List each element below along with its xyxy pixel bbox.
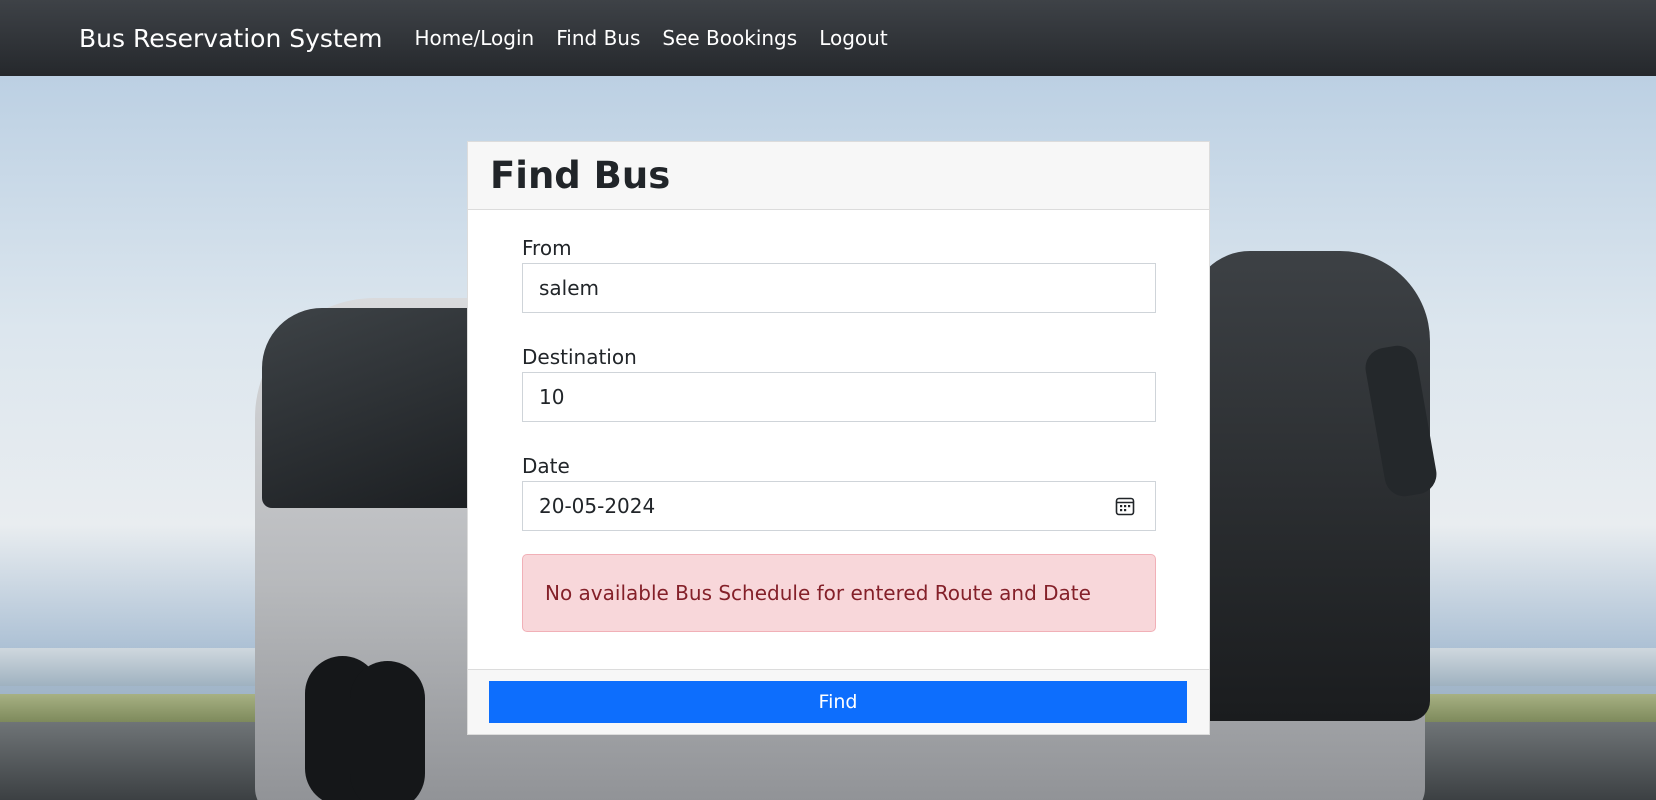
navbar-brand[interactable]: Bus Reservation System [79,24,382,53]
nav-link-find-bus[interactable]: Find Bus [556,26,640,50]
alert-message: No available Bus Schedule for entered Ro… [545,581,1091,605]
destination-input-value: 10 [539,385,565,409]
no-schedule-alert: No available Bus Schedule for entered Ro… [522,554,1156,632]
find-bus-card: Find Bus From salem Destination 10 Date … [467,141,1210,735]
card-footer: Find [468,669,1209,734]
date-label: Date [522,454,570,478]
nav-link-home-login[interactable]: Home/Login [414,26,534,50]
from-label: From [522,236,572,260]
page-title: Find Bus [490,154,671,197]
from-input-value: salem [539,276,600,300]
nav-link-see-bookings[interactable]: See Bookings [662,26,797,50]
date-input[interactable]: 20-05-2024 [522,481,1156,531]
card-header: Find Bus [468,142,1209,210]
calendar-icon[interactable] [1115,496,1135,516]
card-body: From salem Destination 10 Date 20-05-202… [468,210,1209,632]
top-navbar: Bus Reservation System Home/Login Find B… [0,0,1656,76]
from-input[interactable]: salem [522,263,1156,313]
bus-side-window [262,308,492,508]
bus-wheel [350,661,425,800]
destination-input[interactable]: 10 [522,372,1156,422]
find-button[interactable]: Find [489,681,1187,723]
destination-label: Destination [522,345,637,369]
date-input-value: 20-05-2024 [539,494,656,518]
nav-link-logout[interactable]: Logout [819,26,887,50]
